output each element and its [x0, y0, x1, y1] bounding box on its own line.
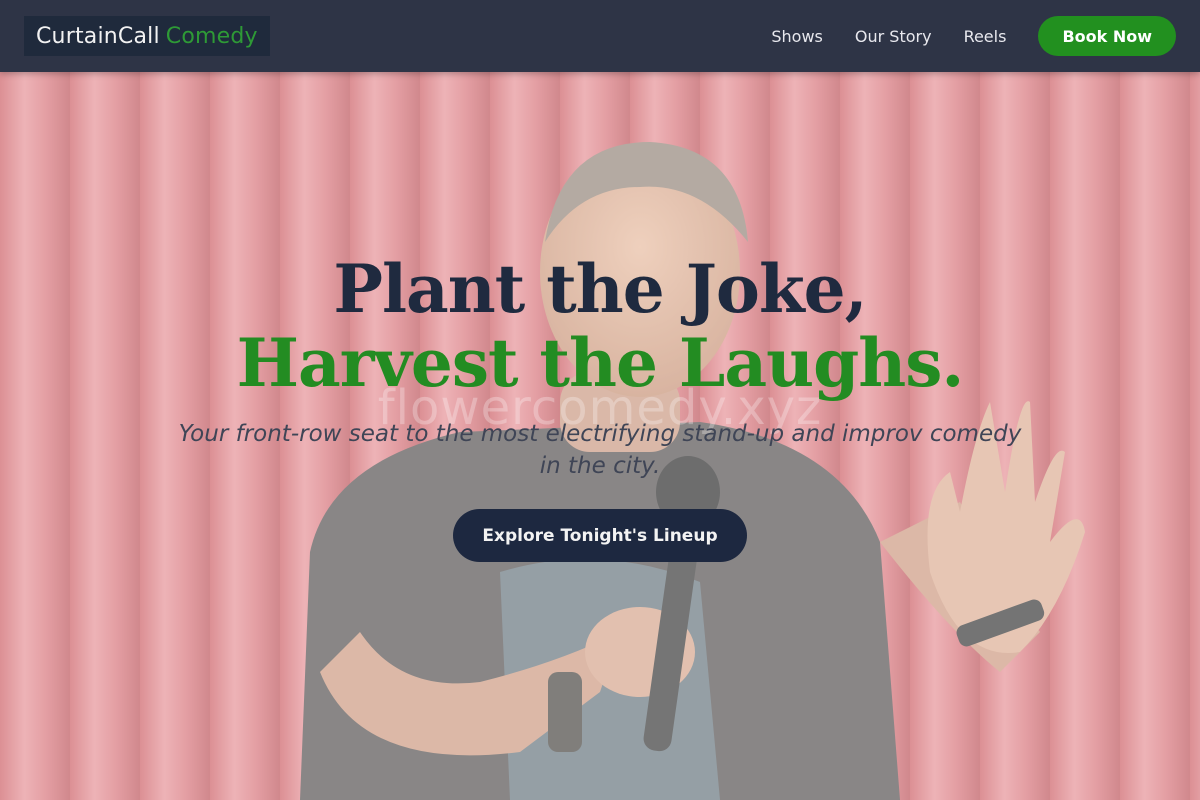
explore-lineup-button[interactable]: Explore Tonight's Lineup	[453, 509, 747, 562]
site-header: CurtainCall Comedy Shows Our Story Reels…	[0, 0, 1200, 72]
logo-text-primary: CurtainCall	[36, 23, 160, 49]
book-now-button[interactable]: Book Now	[1038, 16, 1176, 56]
nav-link-our-story[interactable]: Our Story	[855, 27, 932, 46]
nav-link-reels[interactable]: Reels	[964, 27, 1007, 46]
logo-text-accent: Comedy	[165, 23, 258, 49]
nav-link-shows[interactable]: Shows	[771, 27, 823, 46]
main-nav: Shows Our Story Reels Book Now	[771, 16, 1176, 56]
hero-section: Plant the Joke, Harvest the Laughs. flow…	[0, 72, 1200, 800]
hero-headline-line-1: Plant the Joke,	[333, 250, 867, 328]
site-logo[interactable]: CurtainCall Comedy	[24, 16, 270, 56]
hero-subtitle: Your front-row seat to the most electrif…	[178, 421, 1022, 479]
